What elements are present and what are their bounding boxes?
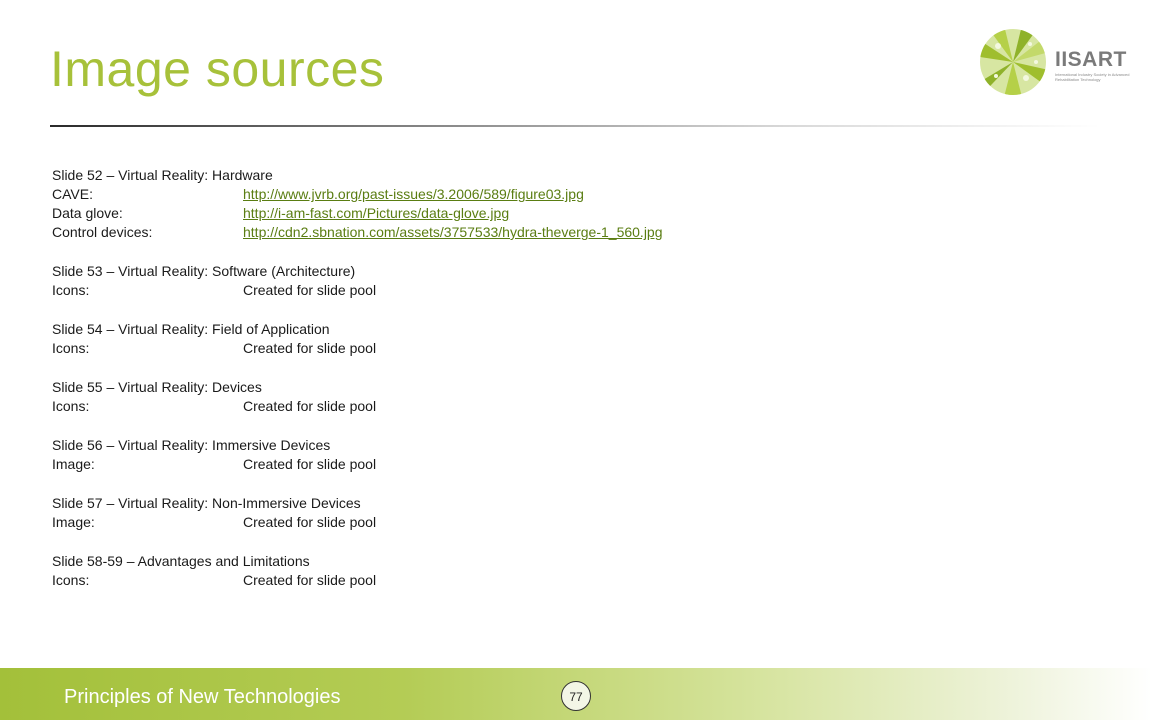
source-section: Slide 56 – Virtual Reality: Immersive De… [52, 436, 1102, 474]
source-section: Slide 57 – Virtual Reality: Non-Immersiv… [52, 494, 1102, 532]
source-label: Icons: [52, 398, 90, 414]
source-row: Image: Created for slide pool [52, 513, 1102, 532]
source-row: Icons: Created for slide pool [52, 571, 1102, 590]
source-label: Icons: [52, 340, 90, 356]
source-value: Created for slide pool [243, 514, 377, 530]
source-label: Icons: [52, 572, 90, 588]
section-heading: Slide 57 – Virtual Reality: Non-Immersiv… [52, 495, 361, 511]
source-section: Slide 52 – Virtual Reality: Hardware CAVE… [52, 166, 1102, 242]
slide-title: Image sources [50, 41, 385, 97]
source-label: CAVE: [52, 186, 93, 202]
source-section: Slide 53 – Virtual Reality: Software (Ar… [52, 262, 1102, 300]
source-row: Data glove: http://i-am-fast.com/Pictures… [52, 204, 1102, 223]
logo-wordmark: IISART [1055, 48, 1127, 71]
source-value: Created for slide pool [243, 398, 377, 414]
source-row: Control devices: http://cdn2.sbnation.com… [52, 223, 1102, 242]
section-heading: Slide 56 – Virtual Reality: Immersive De… [52, 437, 331, 453]
source-value: Created for slide pool [243, 340, 377, 356]
source-row: Image: Created for slide pool [52, 455, 1102, 474]
source-value: Created for slide pool [243, 572, 377, 588]
source-link[interactable]: http://cdn2.sbnation.com/assets/3757533/… [243, 224, 663, 240]
source-value: Created for slide pool [243, 282, 377, 298]
section-heading: Slide 53 – Virtual Reality: Software (Ar… [52, 263, 356, 279]
footer-title: Principles of New Technologies [64, 686, 341, 708]
logo-subtitle: International Industry Society in Advanc… [1055, 72, 1130, 82]
source-section: Slide 55 – Virtual Reality: Devices Icons… [52, 378, 1102, 416]
source-row: Icons: Created for slide pool [52, 397, 1102, 416]
source-label: Control devices: [52, 224, 153, 240]
source-label: Image: [52, 456, 95, 472]
source-row: Icons: Created for slide pool [52, 339, 1102, 358]
page-number: 77 [561, 681, 591, 711]
source-value: Created for slide pool [243, 456, 377, 472]
source-section: Slide 58-59 – Advantages and Limitations… [52, 552, 1102, 590]
section-heading: Slide 58-59 – Advantages and Limitations [52, 553, 310, 569]
source-label: Data glove: [52, 205, 123, 221]
title-divider [50, 125, 1100, 127]
section-heading: Slide 55 – Virtual Reality: Devices [52, 379, 262, 395]
source-row: CAVE: http://www.jvrb.org/past-issues/3.2… [52, 185, 1102, 204]
section-heading: Slide 52 – Virtual Reality: Hardware [52, 167, 273, 183]
source-label: Image: [52, 514, 95, 530]
source-row: Icons: Created for slide pool [52, 281, 1102, 300]
image-sources-list: Slide 52 – Virtual Reality: Hardware CAVE… [52, 166, 1102, 610]
source-label: Icons: [52, 282, 90, 298]
source-section: Slide 54 – Virtual Reality: Field of App… [52, 320, 1102, 358]
section-heading: Slide 54 – Virtual Reality: Field of App… [52, 321, 330, 337]
source-link[interactable]: http://www.jvrb.org/past-issues/3.2006/5… [243, 186, 584, 202]
source-link[interactable]: http://i-am-fast.com/Pictures/data-glove… [243, 205, 509, 221]
